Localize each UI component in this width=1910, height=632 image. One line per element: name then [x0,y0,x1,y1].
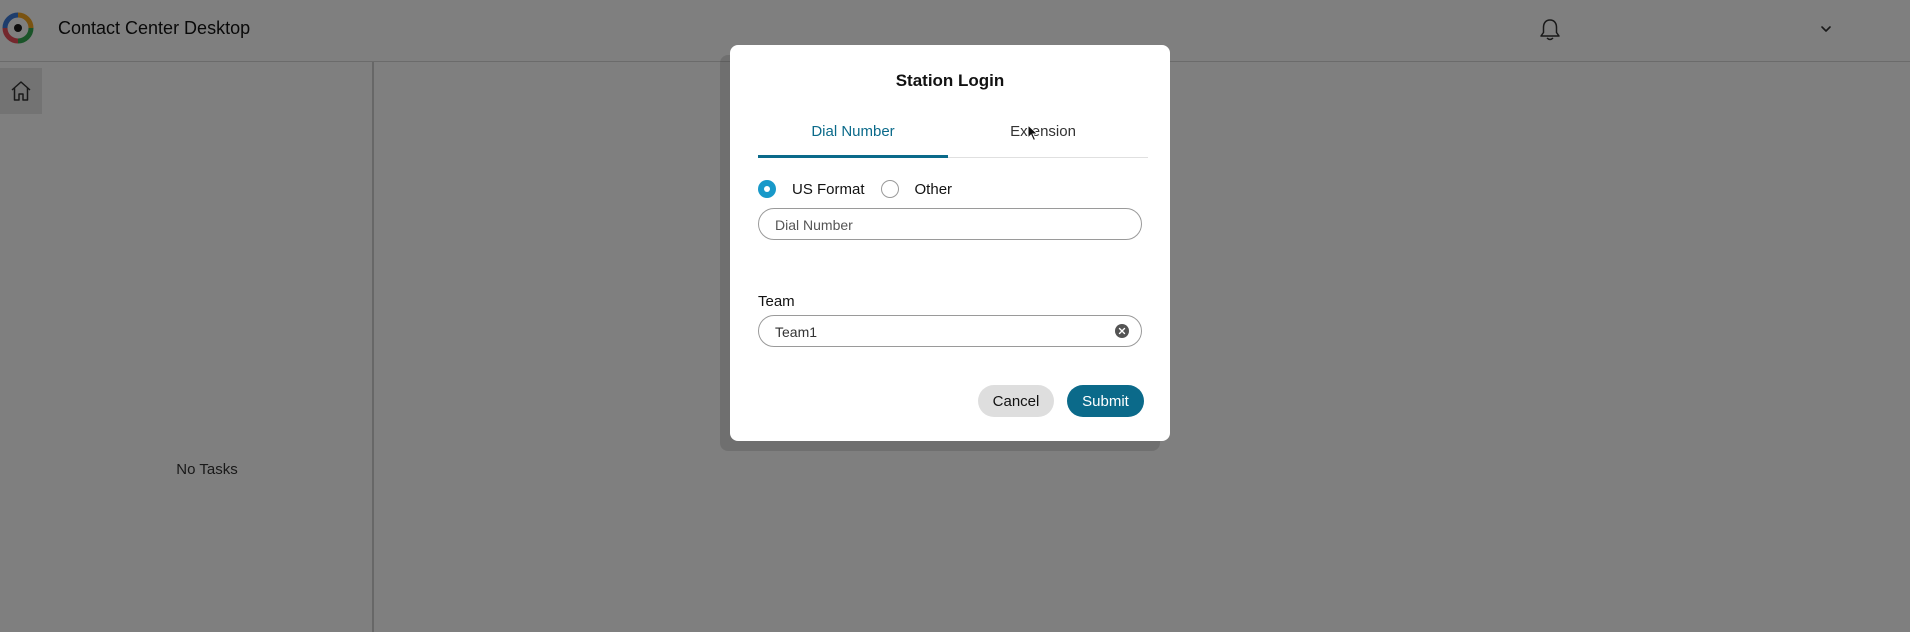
mouse-pointer-icon [1027,124,1039,142]
tab-extension[interactable]: Extension [948,122,1138,158]
team-field [758,315,1142,348]
other-format-label: Other [914,180,953,198]
us-format-label: US Format [792,180,865,198]
us-format-radio[interactable] [758,180,776,198]
cancel-button[interactable]: Cancel [978,385,1054,417]
dialog-title: Station Login [895,71,1005,90]
clear-circle-icon[interactable] [1115,324,1129,338]
station-login-dialog: Station Login Dial Number Extension US F… [730,45,1170,441]
dial-number-input[interactable] [773,209,1107,241]
team-input[interactable] [773,316,1107,348]
submit-button[interactable]: Submit [1067,385,1144,417]
dial-format-radio-group: US Format Other [758,177,968,201]
team-label: Team [758,293,795,310]
active-tab-indicator [758,155,948,158]
other-format-radio[interactable] [880,180,899,198]
dial-number-field [758,208,1142,241]
tab-dial-number[interactable]: Dial Number [758,122,948,158]
